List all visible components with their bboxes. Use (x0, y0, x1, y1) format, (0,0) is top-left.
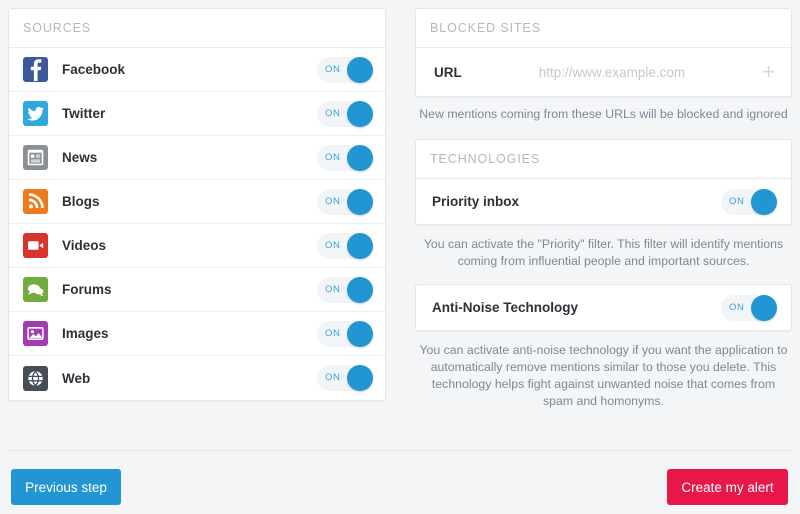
toggle-state-label: ON (325, 107, 341, 119)
source-toggle-images[interactable]: ON (317, 320, 373, 347)
source-row-news[interactable]: News ON (9, 136, 385, 180)
toggle-knob[interactable] (347, 365, 373, 391)
sources-header: SOURCES (9, 9, 385, 48)
source-toggle-blogs[interactable]: ON (317, 188, 373, 215)
toggle-state-label: ON (325, 239, 341, 251)
anti-noise-card: Anti-Noise Technology ON (415, 284, 792, 331)
toggle-state-label: ON (729, 301, 745, 313)
previous-step-button[interactable]: Previous step (11, 469, 121, 505)
technologies-card: TECHNOLOGIES Priority inbox ON (415, 139, 792, 225)
twitter-icon (23, 101, 48, 126)
toggle-knob[interactable] (751, 294, 777, 321)
source-row-facebook[interactable]: Facebook ON (9, 48, 385, 92)
technologies-header: TECHNOLOGIES (416, 140, 791, 179)
source-row-web[interactable]: Web ON (9, 356, 385, 400)
url-input[interactable] (467, 64, 757, 80)
source-row-images[interactable]: Images ON (9, 312, 385, 356)
toggle-state-label: ON (729, 195, 745, 207)
source-label: Facebook (62, 62, 126, 77)
priority-inbox-helper: You can activate the "Priority" filter. … (423, 237, 784, 268)
source-label: Twitter (62, 106, 106, 121)
blocked-sites-header: BLOCKED SITES (416, 9, 791, 48)
news-icon (23, 145, 48, 170)
toggle-knob[interactable] (347, 144, 373, 171)
toggle-state-label: ON (325, 195, 341, 207)
toggle-knob[interactable] (347, 232, 373, 259)
facebook-icon (23, 57, 48, 82)
priority-inbox-label: Priority inbox (432, 194, 520, 209)
source-row-twitter[interactable]: Twitter ON (9, 92, 385, 136)
source-row-blogs[interactable]: Blogs ON (9, 180, 385, 224)
sources-card: SOURCES Facebook ON Twitter ON News ON B… (8, 8, 386, 401)
anti-noise-helper: You can activate anti-noise technology i… (419, 343, 788, 408)
source-toggle-forums[interactable]: ON (317, 276, 373, 303)
anti-noise-toggle[interactable]: ON (721, 294, 777, 321)
url-label: URL (434, 64, 462, 80)
blocked-sites-helper: New mentions coming from these URLs will… (419, 107, 788, 121)
priority-inbox-toggle[interactable]: ON (721, 188, 777, 215)
toggle-state-label: ON (325, 63, 341, 75)
source-label: Videos (62, 238, 107, 253)
toggle-state-label: ON (325, 151, 341, 163)
toggle-knob[interactable] (347, 188, 373, 215)
source-label: Images (62, 326, 109, 341)
footer-divider (8, 450, 792, 451)
toggle-state-label: ON (325, 372, 341, 383)
left-column: SOURCES Facebook ON Twitter ON News ON B… (8, 8, 386, 401)
source-row-forums[interactable]: Forums ON (9, 268, 385, 312)
forum-icon (23, 277, 48, 302)
source-label: Web (62, 370, 91, 386)
toggle-knob[interactable] (347, 56, 373, 83)
source-toggle-news[interactable]: ON (317, 144, 373, 171)
create-alert-button[interactable]: Create my alert (667, 469, 788, 505)
toggle-knob[interactable] (347, 276, 373, 303)
settings-page: SOURCES Facebook ON Twitter ON News ON B… (0, 0, 800, 514)
priority-inbox-row[interactable]: Priority inbox ON (416, 179, 791, 224)
source-toggle-videos[interactable]: ON (317, 232, 373, 259)
source-label: Forums (62, 282, 112, 297)
source-label: Blogs (62, 194, 100, 209)
rss-icon (23, 189, 48, 214)
globe-icon (23, 365, 48, 391)
source-toggle-web[interactable]: ON (317, 365, 373, 391)
plus-icon[interactable]: + (756, 61, 775, 83)
anti-noise-label: Anti-Noise Technology (432, 300, 579, 315)
source-label: News (62, 150, 98, 165)
source-toggle-facebook[interactable]: ON (317, 56, 373, 83)
blocked-url-row: URL + (416, 48, 791, 96)
toggle-state-label: ON (325, 327, 341, 339)
image-icon (23, 321, 48, 346)
source-toggle-twitter[interactable]: ON (317, 100, 373, 127)
toggle-knob[interactable] (347, 100, 373, 127)
blocked-sites-card: BLOCKED SITES URL + (415, 8, 792, 97)
toggle-state-label: ON (325, 283, 341, 295)
right-column: BLOCKED SITES URL + New mentions coming … (415, 8, 792, 410)
source-row-videos[interactable]: Videos ON (9, 224, 385, 268)
anti-noise-row[interactable]: Anti-Noise Technology ON (416, 285, 791, 330)
toggle-knob[interactable] (347, 320, 373, 347)
toggle-knob[interactable] (751, 188, 777, 215)
video-icon (23, 233, 48, 258)
